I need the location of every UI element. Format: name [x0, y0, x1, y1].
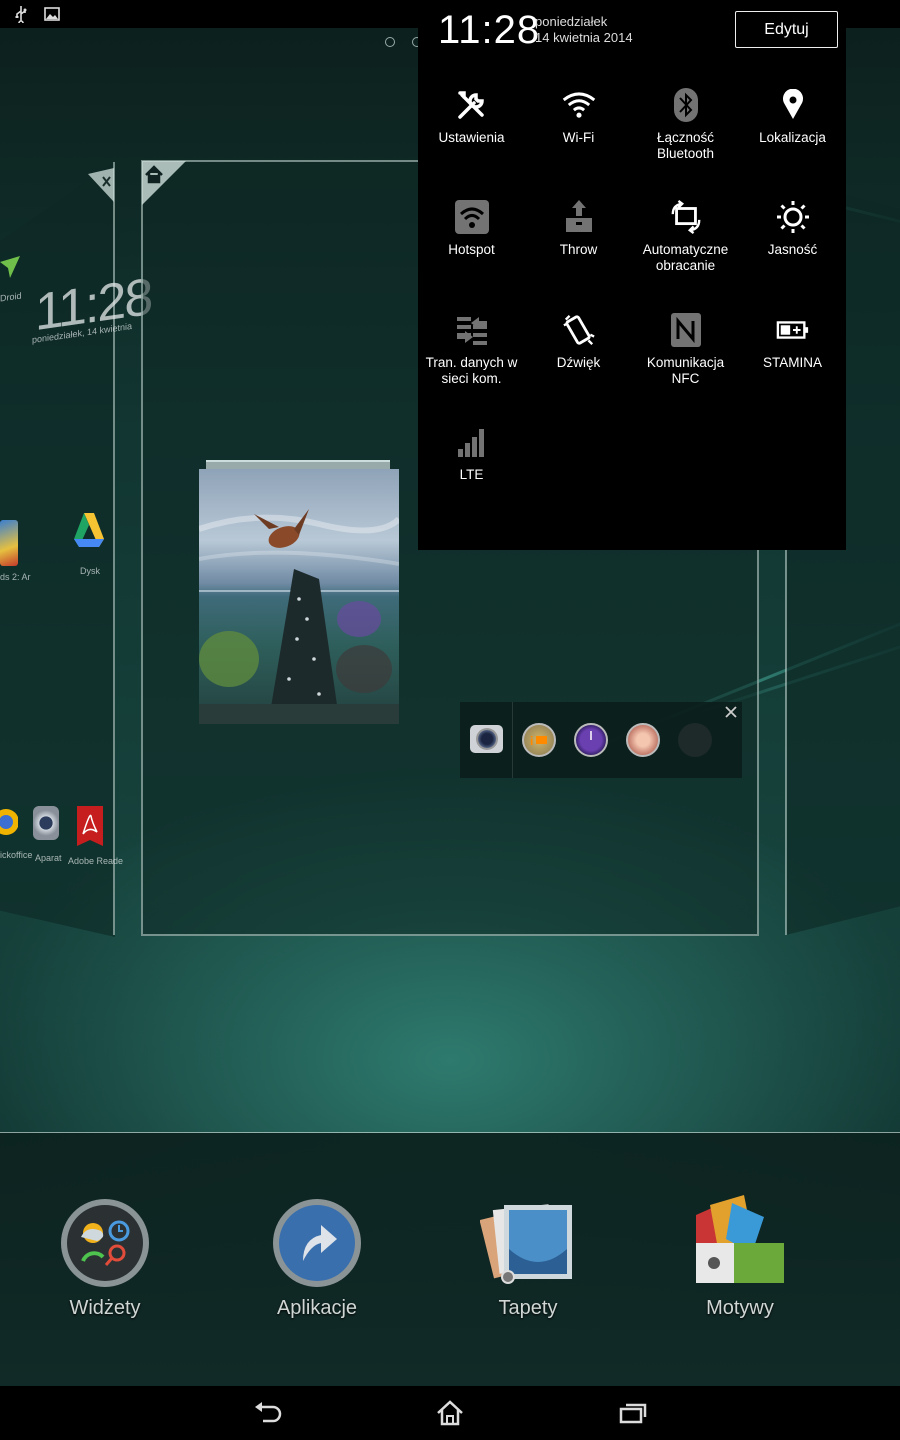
dock-item-widgets[interactable]: Widżety — [15, 1195, 195, 1320]
edit-button[interactable]: Edytuj — [735, 11, 838, 48]
tile-brightness[interactable]: Jasność — [739, 200, 846, 300]
paper-plane-app-icon[interactable] — [0, 256, 22, 280]
tile-label: Komunikacja NFC — [646, 355, 725, 386]
tile-label: Ustawienia — [438, 130, 505, 145]
app-label: Aparat — [35, 853, 62, 863]
panel-clock: 11:28 — [438, 8, 541, 52]
dock-item-themes[interactable]: Motywy — [650, 1195, 830, 1320]
tile-mobile-data[interactable]: Tran. danych w sieci kom. — [418, 313, 525, 413]
panel-date: 14 kwietnia 2014 — [535, 30, 633, 45]
tile-label: Throw — [559, 242, 598, 257]
timeshift-camera-icon[interactable] — [574, 723, 608, 757]
quickoffice-app-icon[interactable] — [0, 802, 18, 844]
tile-label: Hotspot — [448, 242, 495, 257]
face-camera-icon[interactable] — [626, 723, 660, 757]
back-icon — [255, 1402, 282, 1423]
app-label: ickoffice — [0, 850, 33, 860]
lte-signal-icon — [455, 425, 489, 459]
aquarium-bird-photo — [199, 509, 399, 724]
apps-icon — [273, 1199, 361, 1287]
empty-app-slot[interactable] — [678, 723, 712, 757]
tile-label: Tran. danych w sieci kom. — [425, 355, 518, 386]
nfc-icon — [669, 313, 703, 347]
tile-stamina[interactable]: STAMINA — [739, 313, 846, 413]
panel-day: poniedziałek — [535, 14, 608, 29]
tile-label: Dźwięk — [556, 355, 601, 370]
hotspot-icon — [454, 200, 489, 234]
game-app-icon[interactable] — [0, 520, 18, 566]
tile-throw[interactable]: Throw — [525, 200, 632, 300]
tile-settings[interactable]: Ustawienia — [418, 88, 525, 188]
tile-hotspot[interactable]: Hotspot — [418, 200, 525, 300]
tile-label: Lokalizacja — [759, 130, 826, 145]
tile-label: Jasność — [767, 242, 818, 257]
camera-icon[interactable] — [470, 725, 503, 753]
page-indicator-dot[interactable] — [385, 37, 395, 47]
usb-icon — [15, 6, 27, 23]
mobile-data-icon — [455, 313, 489, 347]
close-widget-icon[interactable] — [725, 706, 737, 718]
wallpapers-icon — [480, 1204, 572, 1284]
home-screen-corner[interactable] — [142, 161, 186, 205]
rotate-icon — [669, 200, 703, 234]
tile-label: Wi-Fi — [562, 130, 595, 145]
close-screen-corner[interactable] — [88, 168, 114, 202]
tile-label: Automatyczne obracanie — [642, 242, 729, 273]
app-label: Dysk — [80, 566, 100, 576]
location-icon — [776, 88, 810, 122]
tile-location[interactable]: Lokalizacja — [739, 88, 846, 188]
dock-item-apps[interactable]: Aplikacje — [227, 1195, 407, 1320]
widgets-icon — [61, 1199, 149, 1287]
throw-icon — [562, 200, 596, 234]
tile-lte[interactable]: LTE — [418, 425, 525, 525]
photo-widget[interactable] — [199, 469, 399, 724]
tile-label: STAMINA — [762, 355, 822, 370]
image-icon — [44, 7, 60, 21]
svg-text:i: i — [530, 734, 533, 748]
camera-apps-widget: i — [460, 702, 742, 778]
info-eye-camera-icon[interactable]: i — [522, 723, 556, 757]
bluetooth-icon — [669, 88, 703, 122]
tile-sound[interactable]: Dźwięk — [525, 313, 632, 413]
app-label: Adobe Reade — [68, 856, 124, 866]
tile-wifi[interactable]: Wi-Fi — [525, 88, 632, 188]
dock-label: Motywy — [706, 1297, 774, 1319]
tile-nfc[interactable]: Komunikacja NFC — [632, 313, 739, 413]
back-button[interactable] — [248, 1397, 288, 1429]
home-icon — [437, 1400, 463, 1426]
recents-button[interactable] — [613, 1397, 653, 1429]
wifi-icon — [562, 88, 596, 122]
camera-app-icon[interactable] — [33, 806, 59, 840]
dock-label: Tapety — [498, 1297, 558, 1319]
tile-label: LTE — [459, 467, 484, 482]
tile-bluetooth[interactable]: Łączność Bluetooth — [632, 88, 739, 188]
brightness-icon — [776, 200, 810, 234]
dock-item-wallpapers[interactable]: Tapety — [438, 1195, 618, 1320]
dock-label: Aplikacje — [276, 1297, 358, 1319]
tile-label: Łączność Bluetooth — [656, 130, 715, 161]
battery-stamina-icon — [776, 313, 810, 347]
tile-auto-rotate[interactable]: Automatyczne obracanie — [632, 200, 739, 300]
divider — [512, 702, 513, 778]
app-label: ds 2: Ar — [0, 572, 31, 582]
themes-icon — [696, 1195, 784, 1283]
home-button[interactable] — [430, 1397, 470, 1429]
drive-app-icon[interactable] — [74, 513, 104, 553]
screen-edge — [785, 550, 787, 935]
dock-label: Widżety — [69, 1297, 141, 1319]
recents-icon — [619, 1403, 647, 1424]
vibrate-icon — [562, 313, 596, 347]
settings-tools-icon — [455, 88, 489, 122]
adobe-reader-app-icon[interactable] — [77, 806, 103, 846]
